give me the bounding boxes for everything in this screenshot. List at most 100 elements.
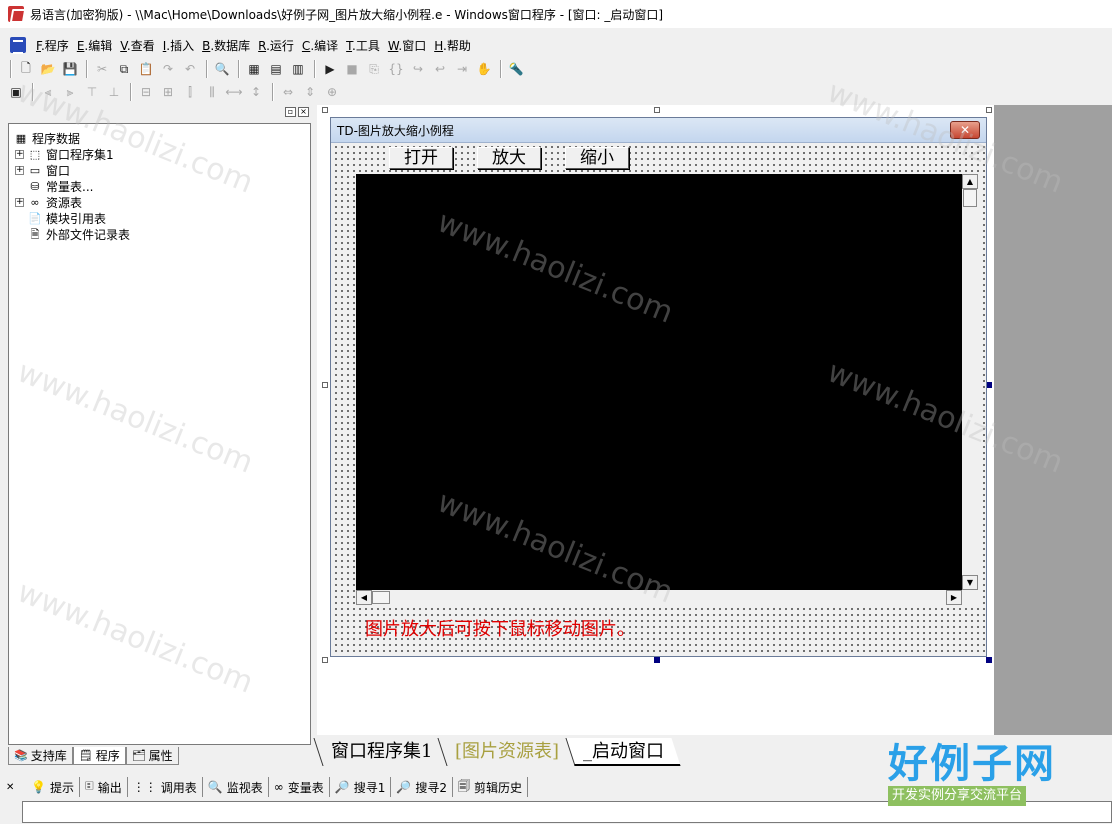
align-toolbar: ▣ ⫷ ⫸ ⊤ ⊥ ⊟ ⊞ ⫿ ⫼ ⟷ ↕ ⇔ ⇕ ⊕ (0, 81, 1112, 103)
menu-program[interactable]: F.程序 (32, 37, 73, 54)
align-right-icon[interactable]: ⫸ (60, 82, 80, 102)
horizontal-scroll-thumb[interactable] (372, 591, 390, 604)
tree-item-resources[interactable]: + ∞ 资源表 (9, 194, 310, 210)
tab-clip-history[interactable]: 🗐 剪辑历史 (453, 777, 528, 797)
tree-item-file-record[interactable]: 🗎 外部文件记录表 (9, 226, 310, 242)
copy-icon[interactable]: ⧉ (114, 59, 134, 79)
expand-icon[interactable]: + (15, 197, 24, 207)
tab-variables[interactable]: ∞ 变量表 (269, 777, 330, 797)
same-height-icon[interactable]: ⫼ (202, 82, 222, 102)
align-bottom-icon[interactable]: ⊥ (104, 82, 124, 102)
tree-item-constants[interactable]: ⛁ 常量表... (9, 178, 310, 194)
pane-close-button[interactable]: × (298, 107, 309, 117)
menu-tools[interactable]: T.工具 (342, 37, 384, 54)
step-over-icon[interactable]: ↪ (408, 59, 428, 79)
wizard-icon[interactable]: 🔦 (506, 59, 526, 79)
debug-1-icon[interactable]: ⎘ (364, 59, 384, 79)
resize-handle[interactable] (986, 657, 992, 663)
same-width-icon[interactable]: ⫿ (180, 82, 200, 102)
tab-program[interactable]: 🗒 程序 (72, 747, 126, 765)
step-into-icon[interactable]: {} (386, 59, 406, 79)
h-center-form-icon[interactable]: ⇔ (278, 82, 298, 102)
resize-handle[interactable] (322, 657, 328, 663)
pane-restore-button[interactable]: ▫ (285, 107, 296, 117)
open-folder-icon[interactable]: 📂 (38, 59, 58, 79)
vertical-scrollbar[interactable]: ▲ ▼ (962, 174, 979, 590)
toolbar-separator (86, 60, 88, 78)
scroll-left-icon[interactable]: ◀ (356, 590, 372, 605)
redo-icon[interactable]: ↷ (158, 59, 178, 79)
v-spacing-icon[interactable]: ↕ (246, 82, 266, 102)
menu-view[interactable]: V.查看 (116, 37, 159, 54)
menu-edit[interactable]: E.编辑 (73, 37, 116, 54)
vertical-scroll-thumb[interactable] (963, 189, 977, 207)
tree-item-module[interactable]: + ⬚ 窗口程序集1 (9, 146, 310, 162)
run-icon[interactable]: ▶ (320, 59, 340, 79)
menu-database[interactable]: B.数据库 (198, 37, 254, 54)
resize-handle[interactable] (322, 382, 328, 388)
layout-3-icon[interactable]: ▥ (288, 59, 308, 79)
zoom-in-button[interactable]: 放大 (477, 147, 541, 169)
center-h-icon[interactable]: ⊟ (136, 82, 156, 102)
picture-box[interactable]: ▲ ▼ ◀ ▶ (356, 174, 979, 606)
resize-handle[interactable] (322, 107, 328, 113)
form-close-button[interactable]: ✕ (950, 121, 980, 139)
output-close-icon[interactable]: ✕ (6, 782, 16, 793)
tab-hint[interactable]: 💡 提示 (26, 777, 80, 797)
align-left-icon[interactable]: ⫷ (38, 82, 58, 102)
menu-window[interactable]: W.窗口 (384, 37, 430, 54)
stop-icon[interactable]: ■ (342, 59, 362, 79)
save-icon[interactable]: 💾 (60, 59, 80, 79)
tab-watch[interactable]: 🔍 监视表 (203, 777, 269, 797)
tab-properties[interactable]: 🗂 属性 (125, 747, 179, 765)
v-center-form-icon[interactable]: ⇕ (300, 82, 320, 102)
paste-icon[interactable]: 📋 (136, 59, 156, 79)
menu-compile[interactable]: C.编译 (298, 37, 342, 54)
resize-handle[interactable] (654, 107, 660, 113)
center-form-icon[interactable]: ⊕ (322, 82, 342, 102)
cut-icon[interactable]: ✂ (92, 59, 112, 79)
horizontal-scrollbar[interactable]: ◀ ▶ (356, 590, 962, 606)
tab-search2[interactable]: 🔎 搜寻2 (391, 777, 453, 797)
step-out-icon[interactable]: ↩ (430, 59, 450, 79)
resize-handle[interactable] (654, 657, 660, 663)
scroll-right-icon[interactable]: ▶ (946, 590, 962, 605)
menu-insert[interactable]: I.插入 (159, 37, 198, 54)
find-icon[interactable]: 🔍 (212, 59, 232, 79)
tab-startup-window[interactable]: _启动窗口 (564, 738, 681, 766)
align-top-icon[interactable]: ⊤ (82, 82, 102, 102)
tree-root[interactable]: ▦ 程序数据 (9, 130, 310, 146)
layout-2-icon[interactable]: ▤ (266, 59, 286, 79)
tab-call-table[interactable]: ⋮⋮ 调用表 (128, 777, 203, 797)
expand-icon[interactable]: + (15, 149, 24, 159)
tab-search1[interactable]: 🔎 搜寻1 (330, 777, 392, 797)
new-file-icon[interactable]: 🗋 (16, 59, 36, 79)
hand-icon[interactable]: ✋ (474, 59, 494, 79)
expand-icon[interactable]: + (15, 165, 24, 175)
menu-help[interactable]: H.帮助 (430, 37, 475, 54)
open-button[interactable]: 打开 (389, 147, 453, 169)
module-ref-icon: 📄 (28, 211, 42, 225)
tree-item-module-ref[interactable]: 📄 模块引用表 (9, 210, 310, 226)
layout-1-icon[interactable]: ▦ (244, 59, 264, 79)
resize-handle[interactable] (986, 107, 992, 113)
tab-picture-resources[interactable]: [图片资源表] (437, 738, 577, 766)
tab-module[interactable]: 窗口程序集1 (313, 738, 450, 766)
startup-form[interactable]: TD-图片放大缩小例程 ✕ 打开 放大 缩小 ▲ ▼ ◀ ▶ 图片放大后可按下鼠… (330, 117, 987, 657)
resource-icon: ∞ (30, 195, 40, 209)
watch-icon: 🔍 (207, 780, 223, 794)
zoom-out-button[interactable]: 缩小 (565, 147, 629, 169)
scroll-down-icon[interactable]: ▼ (962, 575, 978, 590)
center-v-icon[interactable]: ⊞ (158, 82, 178, 102)
h-spacing-icon[interactable]: ⟷ (224, 82, 244, 102)
undo-icon[interactable]: ↶ (180, 59, 200, 79)
form-icon[interactable]: ▣ (6, 82, 26, 102)
tab-library[interactable]: 📚 支持库 (8, 747, 73, 765)
pane-header: ▫ × (8, 105, 311, 119)
tab-output[interactable]: 🗉 输出 (80, 777, 128, 797)
run-to-cursor-icon[interactable]: ⇥ (452, 59, 472, 79)
toolbar-separator (272, 83, 274, 101)
scroll-up-icon[interactable]: ▲ (962, 174, 978, 189)
menu-run[interactable]: R.运行 (254, 37, 298, 54)
tree-item-window[interactable]: + ▭ 窗口 (9, 162, 310, 178)
